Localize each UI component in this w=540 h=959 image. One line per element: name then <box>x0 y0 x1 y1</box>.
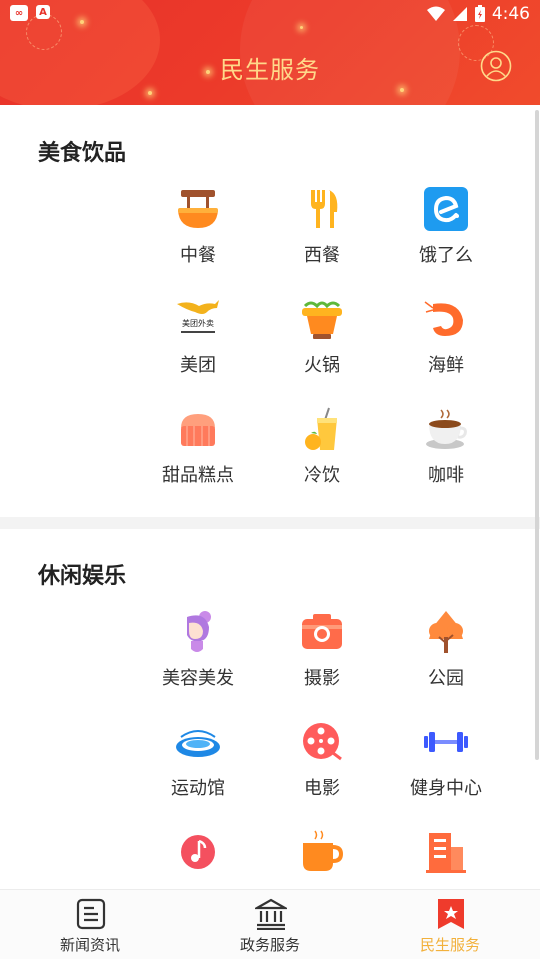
grid-item-cold-drink[interactable]: 冷饮 <box>260 406 384 516</box>
fork-knife-icon <box>311 190 338 228</box>
hotpot-icon <box>302 301 342 339</box>
signal-icon <box>452 7 467 21</box>
grid-item-movie[interactable]: 电影 <box>260 719 384 829</box>
user-profile-icon[interactable] <box>480 50 512 82</box>
grid-item-label: 海鲜 <box>428 355 464 376</box>
spark-decoration <box>400 88 404 92</box>
music-note-icon <box>181 835 215 869</box>
tab-news[interactable]: 新闻资讯 <box>0 890 180 959</box>
font-app-icon: A <box>36 5 50 19</box>
grid-item-beauty-salon[interactable]: 美容美发 <box>136 609 260 719</box>
eleme-icon <box>424 187 468 231</box>
grid-item-label: 美团 <box>180 355 216 376</box>
grid-item-label: 饿了么 <box>419 245 473 266</box>
grid-item-fitness[interactable]: 健身中心 <box>384 719 508 829</box>
cold-drink-icon <box>305 407 337 450</box>
grid-item-label: 公园 <box>428 668 464 689</box>
grid-item-label: 甜品糕点 <box>162 465 234 486</box>
spark-decoration <box>148 91 152 95</box>
clock: 4:46 <box>491 4 530 24</box>
tab-government[interactable]: 政务服务 <box>180 890 360 959</box>
grid-item-label: 冷饮 <box>304 465 340 486</box>
grid-item-eleme[interactable]: 饿了么 <box>384 186 508 296</box>
app-header: ∞ A 4:46 民生服务 <box>0 0 540 105</box>
section-divider <box>0 517 540 529</box>
section-title-leisure: 休闲娱乐 <box>38 564 127 589</box>
grid-item-label: 摄影 <box>304 668 340 689</box>
beauty-salon-icon <box>187 611 211 652</box>
grid-item-park[interactable]: 公园 <box>384 609 508 719</box>
cake-icon <box>181 414 215 446</box>
grid-item-label: 中餐 <box>180 245 216 266</box>
coffee-cup-icon <box>426 409 467 449</box>
camera-icon <box>302 614 342 649</box>
news-icon <box>76 898 106 930</box>
page-title: 民生服务 <box>220 56 320 84</box>
stadium-icon <box>176 730 220 757</box>
grid-item-dessert[interactable]: 甜品糕点 <box>136 406 260 516</box>
meituan-kangaroo-icon: 美团外卖 <box>177 300 219 333</box>
tab-label: 政务服务 <box>239 936 300 954</box>
grid-item-label: 运动馆 <box>171 778 225 799</box>
grid-item-stadium[interactable]: 运动馆 <box>136 719 260 829</box>
government-icon <box>255 898 287 930</box>
bookmark-star-icon <box>438 899 464 929</box>
shrimp-icon <box>424 301 463 336</box>
grid-item-seafood[interactable]: 海鲜 <box>384 296 508 406</box>
noodle-bowl-icon <box>178 190 218 228</box>
grid-item-photography[interactable]: 摄影 <box>260 609 384 719</box>
section-title-food: 美食饮品 <box>38 141 127 166</box>
tree-icon <box>429 611 463 653</box>
tab-label: 新闻资讯 <box>59 936 120 954</box>
grid-item-label: 美容美发 <box>162 668 234 689</box>
dumbbell-icon <box>424 732 468 752</box>
grid-item-chinese-food[interactable]: 中餐 <box>136 186 260 296</box>
building-icon <box>426 833 466 873</box>
grid-item-hotpot[interactable]: 火锅 <box>260 296 384 406</box>
infinity-app-icon: ∞ <box>10 5 28 21</box>
battery-icon <box>474 5 485 22</box>
grid-item-label: 西餐 <box>304 245 340 266</box>
grid-item-western-food[interactable]: 西餐 <box>260 186 384 296</box>
film-reel-icon <box>303 723 342 761</box>
tab-label: 民生服务 <box>419 936 480 954</box>
tea-cup-icon <box>303 830 344 871</box>
grid-item-coffee[interactable]: 咖啡 <box>384 406 508 516</box>
grid-item-label: 健身中心 <box>410 778 482 799</box>
wifi-icon <box>426 6 445 21</box>
grid-item-meituan[interactable]: 美团外卖 美团 <box>136 296 260 406</box>
grid-item-label: 火锅 <box>304 355 340 376</box>
grid-item-label: 电影 <box>304 778 340 799</box>
bottom-tab-bar: 新闻资讯 政务服务 民生服务 <box>0 889 540 959</box>
tab-livelihood[interactable]: 民生服务 <box>360 890 540 959</box>
scrollbar[interactable] <box>535 110 539 760</box>
status-bar: ∞ A 4:46 <box>0 0 540 28</box>
grid-item-label: 咖啡 <box>428 465 464 486</box>
meituan-logo-text: 美团外卖 <box>182 318 214 328</box>
